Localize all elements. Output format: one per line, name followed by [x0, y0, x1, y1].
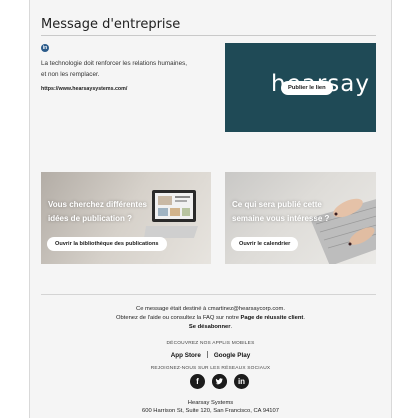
footer-help: Obtenez de l'aide ou consultez la FAQ su…	[29, 315, 392, 321]
social-heading: REJOIGNEZ-NOUS SUR LES RÉSEAUX SOCIAUX	[150, 366, 271, 371]
card-post-library: Vous cherchez différentes idées de publi…	[41, 172, 211, 264]
card-post-library-title-line2: idées de publication ?	[48, 214, 133, 223]
footer-address: 600 Harrison St, Suite 120, San Francisc…	[142, 408, 279, 414]
post-text-line1: La technologie doit renforcer les relati…	[41, 60, 187, 67]
footer-unsubscribe: Se désabonner.	[29, 324, 392, 330]
post-text: La technologie doit renforcer les relati…	[41, 58, 211, 80]
title-divider	[41, 35, 376, 36]
hero-preview-image: hearsay Publier le lien	[225, 43, 376, 132]
app-store-link[interactable]: App Store	[171, 352, 201, 359]
post-text-line2: et non les remplacer.	[41, 71, 100, 78]
footer-recipient: Ce message était destiné à cmartinez@hea…	[136, 306, 285, 312]
google-play-link[interactable]: Google Play	[214, 352, 250, 359]
footer-help-suffix: .	[303, 315, 305, 321]
page-title: Message d'entreprise	[41, 17, 181, 32]
card-calendar: Ce qui sera publié cette semaine vous in…	[225, 172, 376, 264]
publish-link-button[interactable]: Publier le lien	[281, 81, 333, 95]
card-calendar-title-line2: semaine vous intéresse ?	[232, 214, 330, 223]
card-post-library-title-line1: Vous cherchez différentes	[48, 200, 147, 209]
twitter-icon[interactable]	[212, 374, 227, 389]
unsubscribe-link[interactable]: Se désabonner	[189, 324, 231, 330]
footer-help-text: Obtenez de l'aide ou consultez la FAQ su…	[116, 315, 241, 321]
post-link[interactable]: https://www.hearsaysystems.com/	[41, 86, 127, 92]
linkedin-icon[interactable]: in	[234, 374, 249, 389]
card-calendar-title-line1: Ce qui sera publié cette	[232, 200, 322, 209]
footer-company: Hearsay Systems	[187, 400, 234, 406]
footer-divider	[41, 294, 376, 295]
linkedin-icon: in	[41, 44, 49, 52]
apps-heading: DÉCOUVREZ NOS APPLIS MOBILES	[166, 341, 255, 346]
app-links: App Store Google Play	[29, 351, 392, 359]
app-links-separator	[206, 351, 208, 358]
unsubscribe-suffix: .	[230, 324, 233, 330]
facebook-icon[interactable]: f	[190, 374, 205, 389]
open-post-library-button[interactable]: Ouvrir la bibliothèque des publications	[47, 237, 167, 251]
laptop-illustration	[144, 190, 198, 238]
customer-success-link[interactable]: Page de réussite client	[241, 315, 304, 321]
open-calendar-button[interactable]: Ouvrir le calendrier	[231, 237, 299, 251]
card-post-library-title: Vous cherchez différentes idées de publi…	[48, 198, 147, 226]
social-icons: f in	[190, 374, 250, 390]
card-calendar-title: Ce qui sera publié cette semaine vous in…	[232, 198, 329, 226]
